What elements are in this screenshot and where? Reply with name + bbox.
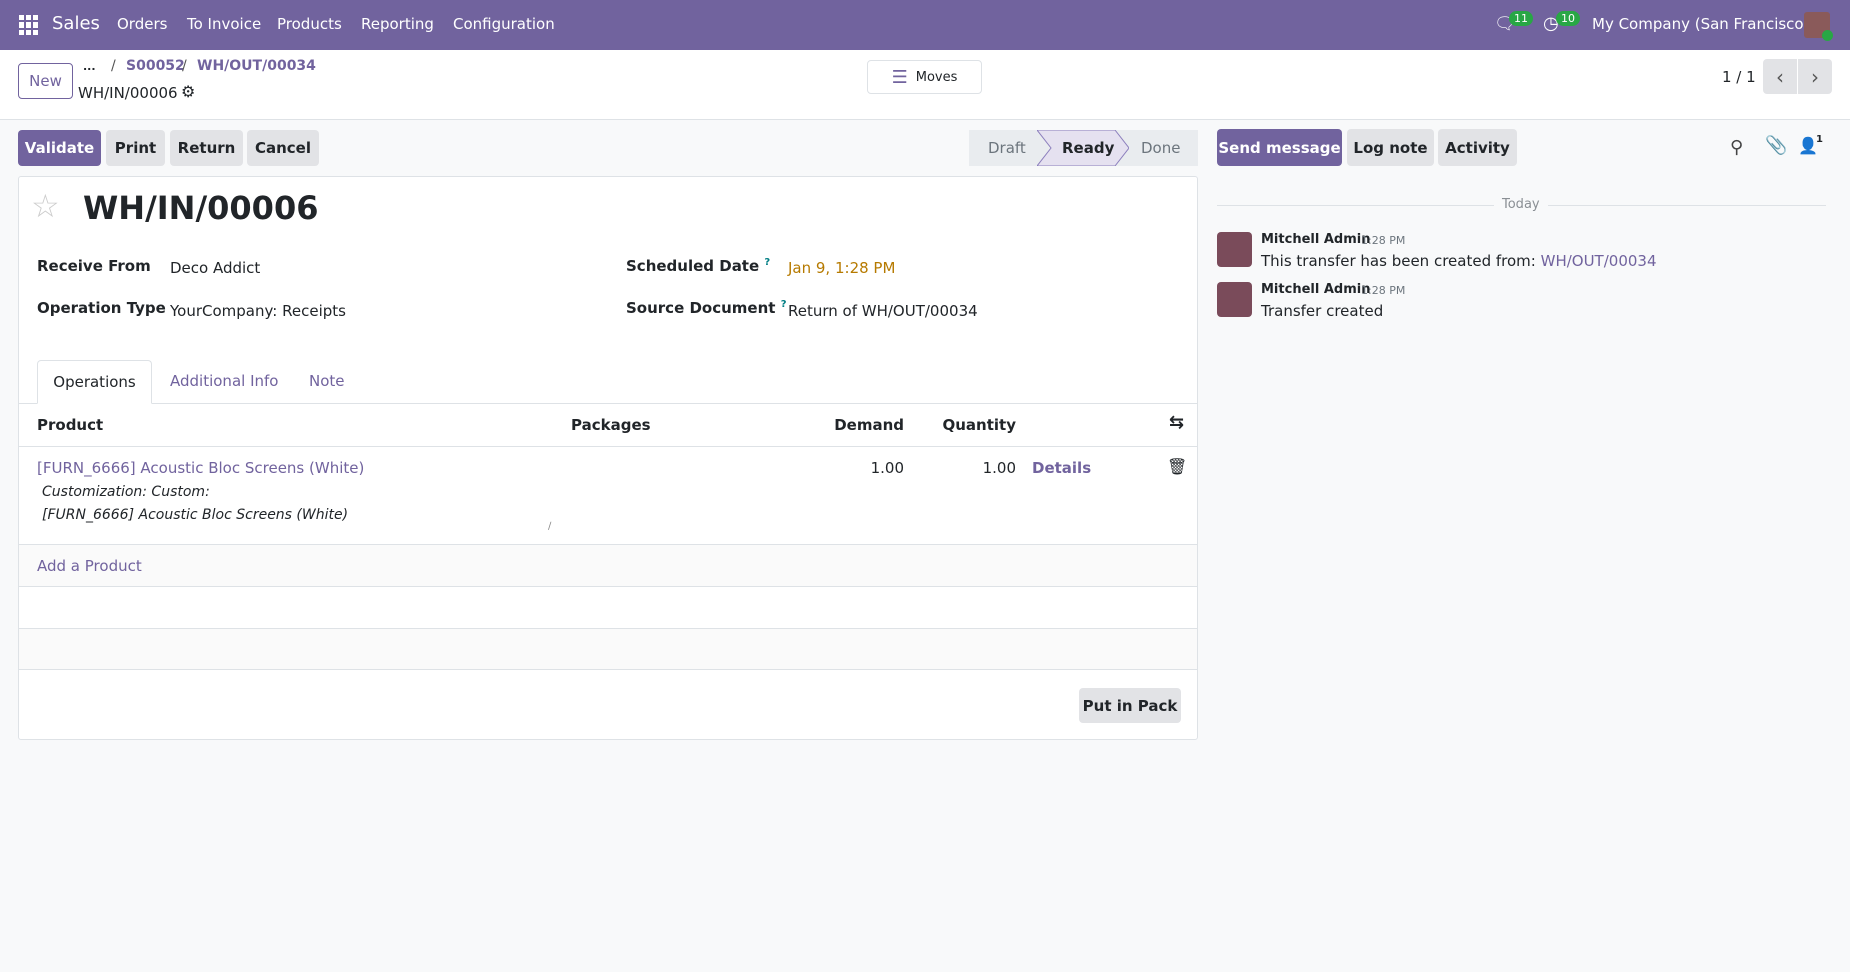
- message-body: Transfer created: [1261, 302, 1384, 320]
- return-button[interactable]: Return: [170, 130, 243, 166]
- log-note-button[interactable]: Log note: [1347, 129, 1434, 166]
- activities-badge: 10: [1556, 11, 1580, 26]
- col-demand[interactable]: Demand: [834, 416, 904, 434]
- message-author[interactable]: Mitchell Admin: [1261, 282, 1370, 297]
- search-icon[interactable]: ⚲: [1730, 137, 1743, 158]
- moves-label: Moves: [915, 69, 958, 85]
- paperclip-icon[interactable]: 📎: [1765, 135, 1787, 156]
- col-packages[interactable]: Packages: [571, 416, 651, 434]
- menu-orders[interactable]: Orders: [117, 15, 167, 33]
- pager-previous-button[interactable]: ‹: [1763, 59, 1797, 94]
- list-icon: ☰: [891, 66, 908, 88]
- receive-from-label: Receive From: [37, 257, 151, 275]
- product-description-line1[interactable]: Customization: Custom:: [42, 484, 210, 500]
- table-row[interactable]: [FURN_6666] Acoustic Bloc Screens (White…: [19, 446, 1197, 544]
- message-body: This transfer has been created from: WH/…: [1261, 252, 1657, 270]
- form-sheet: ☆ WH/IN/00006 Receive From Deco Addict O…: [18, 176, 1198, 740]
- activity-button[interactable]: Activity: [1438, 129, 1517, 166]
- online-status-dot: [1822, 30, 1833, 41]
- operation-type-label: Operation Type: [37, 299, 166, 317]
- pager-value[interactable]: 1 / 1: [1722, 68, 1756, 86]
- menu-configuration[interactable]: Configuration: [453, 15, 555, 33]
- favorite-star-icon[interactable]: ☆: [31, 187, 60, 225]
- textarea-resize-handle[interactable]: ∕: [548, 521, 551, 532]
- source-document-label: Source Document ?: [626, 299, 787, 317]
- apps-menu-icon[interactable]: [19, 15, 39, 35]
- moves-button[interactable]: ☰ Moves: [867, 60, 982, 94]
- tab-note[interactable]: Note: [309, 372, 345, 390]
- print-button[interactable]: Print: [106, 130, 165, 166]
- pager-next-button[interactable]: ›: [1798, 59, 1832, 94]
- app-name[interactable]: Sales: [52, 13, 100, 34]
- scheduled-date-field[interactable]: Jan 9, 1:28 PM: [788, 259, 895, 277]
- trash-icon[interactable]: 🗑: [1167, 457, 1187, 476]
- messages-badge: 11: [1509, 11, 1533, 26]
- message-time: 1:28 PM: [1361, 284, 1406, 297]
- message-link[interactable]: WH/OUT/00034: [1541, 252, 1657, 270]
- message-author[interactable]: Mitchell Admin: [1261, 232, 1370, 247]
- scheduled-date-label: Scheduled Date ?: [626, 257, 771, 275]
- operation-type-field[interactable]: YourCompany: Receipts: [170, 302, 346, 320]
- menu-to-invoice[interactable]: To Invoice: [187, 15, 261, 33]
- status-bar: Draft Ready Done: [969, 130, 1198, 166]
- date-separator: Today: [1494, 197, 1548, 212]
- breadcrumb-ellipsis[interactable]: ...: [83, 60, 96, 73]
- add-product-row: Add a Product: [19, 544, 1197, 586]
- breadcrumb-separator: /: [182, 58, 187, 74]
- quantity-cell[interactable]: 1.00: [983, 459, 1016, 477]
- record-name: WH/IN/00006: [78, 84, 178, 102]
- breadcrumb-wh-out[interactable]: WH/OUT/00034: [197, 58, 316, 74]
- breadcrumb-separator: /: [111, 58, 116, 74]
- top-navbar: Sales Orders To Invoice Products Reporti…: [0, 0, 1850, 50]
- tab-operations[interactable]: Operations: [37, 360, 152, 404]
- new-button[interactable]: New: [18, 63, 73, 99]
- optional-columns-toggle-icon[interactable]: ⇆: [1169, 412, 1184, 433]
- help-tooltip[interactable]: ?: [764, 257, 770, 268]
- author-avatar[interactable]: [1217, 282, 1252, 317]
- col-quantity[interactable]: Quantity: [943, 416, 1017, 434]
- product-link[interactable]: [FURN_6666] Acoustic Bloc Screens (White…: [37, 459, 364, 477]
- empty-row: [19, 628, 1197, 669]
- col-product[interactable]: Product: [37, 416, 103, 434]
- tab-label: Operations: [53, 373, 136, 391]
- followers-icon[interactable]: 👤: [1798, 136, 1818, 155]
- validate-button[interactable]: Validate: [18, 130, 101, 166]
- add-product-link[interactable]: Add a Product: [37, 557, 142, 575]
- company-switcher[interactable]: My Company (San Francisco): [1592, 15, 1809, 33]
- source-document-field[interactable]: Return of WH/OUT/00034: [788, 302, 978, 320]
- cancel-button[interactable]: Cancel: [247, 130, 319, 166]
- menu-products[interactable]: Products: [277, 15, 342, 33]
- product-description-line2[interactable]: [FURN_6666] Acoustic Bloc Screens (White…: [42, 507, 348, 523]
- send-message-button[interactable]: Send message: [1217, 129, 1342, 166]
- followers-count: 1: [1816, 134, 1823, 145]
- gear-icon[interactable]: ⚙: [181, 82, 195, 101]
- tab-additional-info[interactable]: Additional Info: [170, 372, 278, 390]
- table-footer: [19, 669, 1197, 670]
- details-button[interactable]: Details: [1032, 459, 1091, 477]
- breadcrumb-s00052[interactable]: S00052: [126, 58, 185, 74]
- control-panel: New ... / S00052 / WH/OUT/00034 WH/IN/00…: [0, 50, 1850, 120]
- status-ready[interactable]: Ready: [1062, 139, 1114, 157]
- author-avatar[interactable]: [1217, 232, 1252, 267]
- record-title: WH/IN/00006: [83, 189, 319, 227]
- receive-from-field[interactable]: Deco Addict: [170, 259, 260, 277]
- message-time: 1:28 PM: [1361, 234, 1406, 247]
- help-tooltip[interactable]: ?: [781, 299, 787, 310]
- menu-reporting[interactable]: Reporting: [361, 15, 434, 33]
- put-in-pack-button[interactable]: Put in Pack: [1079, 688, 1181, 723]
- demand-cell[interactable]: 1.00: [871, 459, 904, 477]
- empty-row: [19, 586, 1197, 628]
- status-done[interactable]: Done: [1141, 139, 1180, 157]
- table-header: Product Packages Demand Quantity ⇆: [19, 403, 1197, 446]
- status-draft[interactable]: Draft: [988, 139, 1026, 157]
